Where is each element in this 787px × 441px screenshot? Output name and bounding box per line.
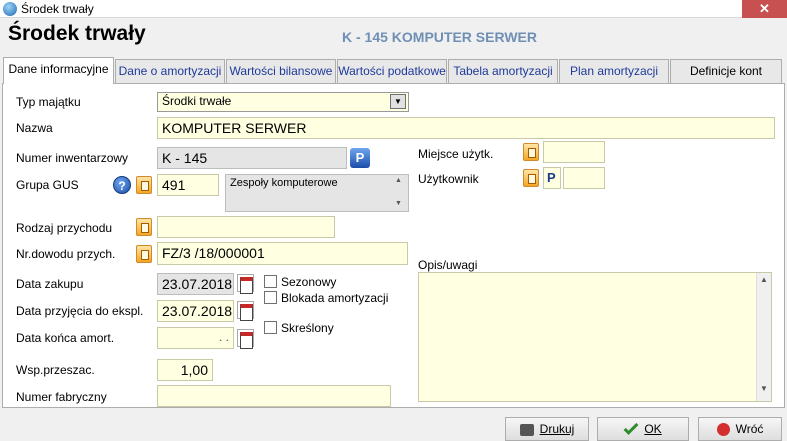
calendar-icon[interactable]	[237, 274, 254, 294]
gus-field[interactable]: 491	[157, 174, 219, 196]
miejsce-label: Miejsce użytk.	[418, 147, 494, 161]
back-button[interactable]: Wróć	[698, 417, 782, 441]
wsp-label: Wsp.przeszac.	[16, 363, 95, 377]
tab-dane-informacyjne[interactable]: Dane informacyjne	[3, 57, 114, 84]
zakup-label: Data zakupu	[16, 277, 84, 291]
dowod-field[interactable]: FZ/3 /18/000001	[157, 242, 408, 265]
miejsce-field[interactable]	[543, 141, 605, 163]
ok-label: OK	[644, 422, 662, 436]
tab-wartosci-podatkowe[interactable]: Wartości podatkowe	[337, 59, 447, 83]
calendar-icon[interactable]	[237, 329, 254, 349]
close-button[interactable]: ✕	[742, 0, 787, 18]
tab-tabela-amortyzacji[interactable]: Tabela amortyzacji	[448, 59, 558, 83]
koniec-field[interactable]: . .	[157, 327, 234, 349]
help-icon[interactable]: ?	[113, 176, 131, 194]
app-icon	[3, 2, 17, 16]
uzytkownik-code[interactable]: P	[543, 167, 561, 189]
window-title: Środek trwały	[21, 2, 94, 16]
dowod-lookup-icon[interactable]	[136, 245, 152, 263]
typ-value: Środki trwałe	[162, 94, 232, 108]
printer-icon	[519, 423, 534, 436]
miejsce-lookup-icon[interactable]	[523, 143, 539, 161]
wsp-field[interactable]: 1,00	[157, 359, 213, 381]
gus-lookup-icon[interactable]	[136, 176, 152, 194]
opis-textarea[interactable]	[418, 272, 772, 402]
print-label: Drukuj	[539, 422, 575, 436]
typ-label: Typ majątku	[16, 95, 81, 109]
numer-field[interactable]: K - 145	[157, 147, 347, 169]
dowod-label: Nr.dowodu przych.	[16, 247, 116, 261]
gus-description: Zespoły komputerowe	[225, 174, 409, 212]
chevron-down-icon[interactable]: ▼	[390, 94, 406, 109]
page-title: Środek trwały	[8, 22, 146, 45]
tab-plan-amortyzacji[interactable]: Plan amortyzacji	[559, 59, 669, 83]
koniec-label: Data końca amort.	[16, 331, 115, 345]
window-titlebar: Środek trwały ✕	[0, 0, 787, 18]
ok-button[interactable]: OK	[597, 417, 689, 441]
gus-label: Grupa GUS	[16, 178, 79, 192]
scroll-down-icon[interactable]: ▼	[757, 384, 771, 393]
tab-wartosci-bilansowe[interactable]: Wartości bilansowe	[226, 59, 336, 83]
uzytkownik-field[interactable]	[563, 167, 605, 189]
gus-scroll-down-icon[interactable]: ▼	[395, 200, 402, 207]
tab-dane-o-amortyzacji[interactable]: Dane o amortyzacji	[115, 59, 225, 83]
cancel-icon	[716, 423, 730, 437]
blokada-label: Blokada amortyzacji	[281, 291, 389, 305]
print-button[interactable]: Drukuj	[505, 417, 589, 441]
rodzaj-field[interactable]	[157, 216, 335, 238]
calendar-icon[interactable]	[237, 301, 254, 321]
gus-scroll-up-icon[interactable]: ▲	[395, 177, 402, 184]
checkmark-icon	[623, 420, 639, 436]
uzytkownik-lookup-icon[interactable]	[523, 169, 539, 187]
uzytkownik-label: Użytkownik	[418, 172, 479, 186]
numer-label: Numer inwentarzowy	[16, 151, 129, 165]
sezonowy-checkbox[interactable]	[264, 275, 277, 288]
przyjecie-label: Data przyjęcia do ekspl.	[16, 304, 144, 318]
tab-definicje-kont[interactable]: Definicje kont	[670, 59, 782, 83]
rodzaj-label: Rodzaj przychodu	[16, 221, 113, 235]
przyjecie-field[interactable]: 23.07.2018	[157, 300, 234, 322]
zakup-field[interactable]: 23.07.2018	[157, 273, 234, 295]
blokada-checkbox[interactable]	[264, 291, 277, 304]
skreslony-checkbox[interactable]	[264, 321, 277, 334]
record-subtitle: K - 145 KOMPUTER SERWER	[342, 29, 537, 45]
typ-select[interactable]: Środki trwałe	[157, 92, 409, 112]
sezonowy-label: Sezonowy	[281, 275, 337, 289]
fabryczny-label: Numer fabryczny	[16, 390, 107, 404]
rodzaj-lookup-icon[interactable]	[136, 218, 152, 236]
fabryczny-field[interactable]	[157, 385, 391, 407]
nazwa-field[interactable]: KOMPUTER SERWER	[157, 117, 775, 139]
opis-scrollbar[interactable]: ▲ ▼	[756, 273, 771, 401]
numer-generate-icon[interactable]: P	[350, 148, 370, 168]
nazwa-label: Nazwa	[16, 121, 53, 135]
opis-label: Opis/uwagi	[418, 258, 478, 272]
back-label: Wróć	[735, 422, 764, 436]
skreslony-label: Skreślony	[281, 321, 334, 335]
scroll-up-icon[interactable]: ▲	[757, 275, 771, 284]
